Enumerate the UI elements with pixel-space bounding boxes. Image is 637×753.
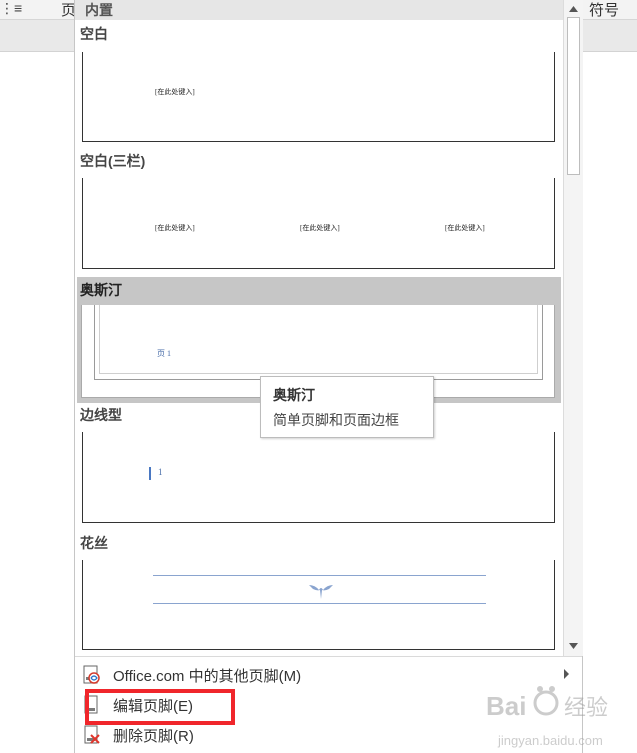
section-label-austin: 奥斯汀 xyxy=(80,282,122,298)
caret-down-icon xyxy=(569,642,578,649)
caret-up-icon xyxy=(569,5,578,12)
placeholder-text-right: [在此处键入] xyxy=(445,224,485,232)
footer-option-blank-three-column[interactable]: [在此处键入] [在此处键入] [在此处键入] xyxy=(82,178,555,269)
tooltip-title: 奥斯汀 xyxy=(273,387,315,403)
ribbon-symbol-button[interactable]: 符号 xyxy=(589,0,619,20)
svg-text:jingyan.baidu.com: jingyan.baidu.com xyxy=(497,733,603,748)
filigree-ornament-icon xyxy=(309,585,333,599)
section-label-blank: 空白 xyxy=(80,26,108,42)
svg-text:Bai: Bai xyxy=(486,691,526,721)
section-label-sideline: 边线型 xyxy=(80,407,122,423)
filigree-bottom-line xyxy=(153,603,486,604)
menu-item-label: 删除页脚(R) xyxy=(113,728,194,745)
delete-footer-icon xyxy=(84,725,100,744)
scroll-thumb[interactable] xyxy=(567,17,580,175)
page-number-text: 页 1 xyxy=(157,349,171,358)
section-label-blank-three-column: 空白(三栏) xyxy=(80,153,146,169)
scroll-down-button[interactable] xyxy=(564,637,583,654)
sideline-bar xyxy=(149,467,151,480)
footer-option-filigree[interactable] xyxy=(82,560,555,650)
menu-divider xyxy=(75,656,582,657)
menu-item-label: Office.com 中的其他页脚(M) xyxy=(113,668,302,685)
footer-option-blank[interactable]: [在此处键入] xyxy=(82,52,555,142)
list-icon[interactable]: ⋮≡ xyxy=(0,0,22,17)
office-footer-icon xyxy=(83,665,100,684)
placeholder-text-left: [在此处键入] xyxy=(155,224,195,232)
placeholder-text-center: [在此处键入] xyxy=(300,224,340,232)
page-number-text: 1 xyxy=(158,467,163,477)
baidu-jingyan-watermark-logo: Bai 经验 jingyan.baidu.com xyxy=(486,686,608,748)
gallery-header-label: 内置 xyxy=(85,2,113,18)
austin-tooltip: 奥斯汀 简单页脚和页面边框 xyxy=(260,376,434,438)
tooltip-description: 简单页脚和页面边框 xyxy=(273,412,399,428)
footer-option-sideline[interactable]: 1 xyxy=(82,432,555,523)
scroll-up-button[interactable] xyxy=(564,0,583,17)
section-label-filigree: 花丝 xyxy=(80,535,108,551)
filigree-top-line xyxy=(153,575,486,576)
page-border-frame xyxy=(94,305,543,380)
gallery-scrollbar[interactable] xyxy=(563,0,583,656)
gallery-header: 内置 xyxy=(75,0,563,20)
svg-text:经验: 经验 xyxy=(564,696,608,721)
highlight-annotation-box xyxy=(85,689,235,725)
placeholder-text: [在此处键入] xyxy=(155,88,195,96)
